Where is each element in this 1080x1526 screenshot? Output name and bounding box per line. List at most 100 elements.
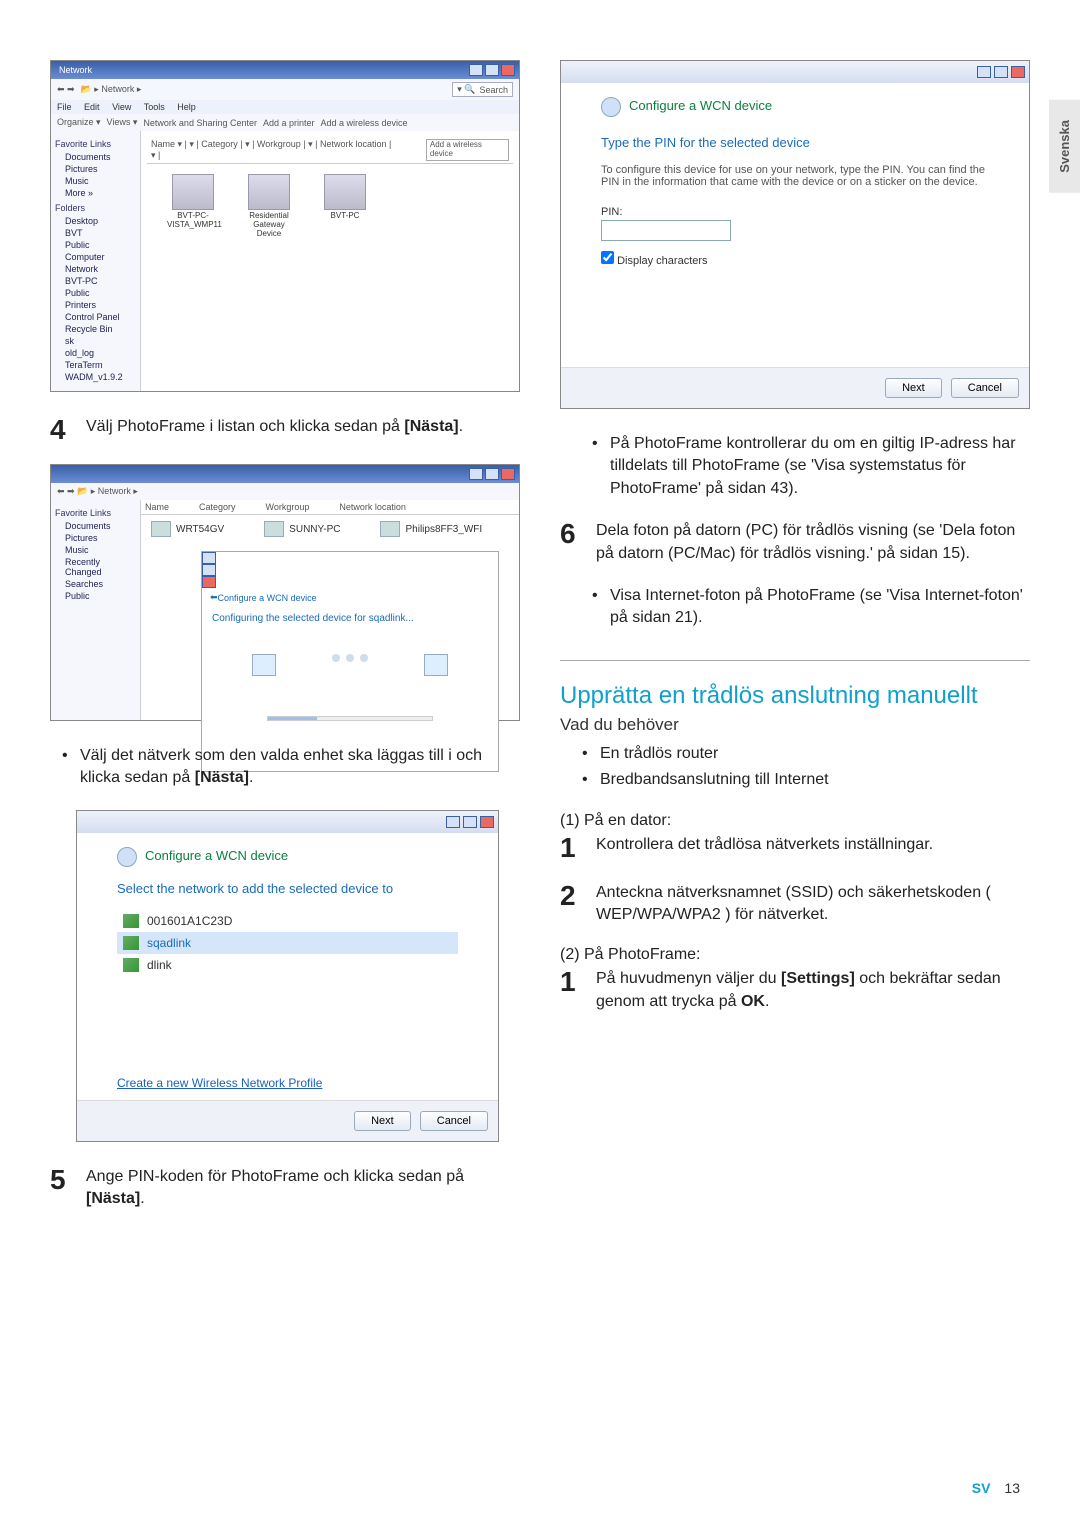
sidebar-item[interactable]: Public [55, 590, 136, 602]
sidebar-item[interactable]: Searches [55, 578, 136, 590]
sidebar-item[interactable]: Music [55, 175, 136, 187]
close-icon[interactable] [1011, 66, 1025, 78]
window-titlebar [51, 465, 519, 483]
toolbar-organize[interactable]: Organize ▾ [57, 117, 101, 128]
dialog-status: Configuring the selected device for sqad… [212, 613, 488, 624]
step-5: 5 Ange PIN-koden för PhotoFrame och klic… [50, 1166, 520, 1211]
toolbar-views[interactable]: Views ▾ [107, 117, 138, 128]
sidebar-item[interactable]: TeraTerm [55, 359, 136, 371]
sidebar-item[interactable]: BVT [55, 227, 136, 239]
network-option-selected[interactable]: sqadlink [117, 932, 458, 954]
minimize-icon[interactable] [977, 66, 991, 78]
create-profile-link[interactable]: Create a new Wireless Network Profile [117, 1076, 322, 1090]
close-icon[interactable] [202, 576, 216, 588]
back-icon[interactable] [601, 97, 621, 117]
step-number: 4 [50, 416, 70, 444]
sidebar-item[interactable]: Control Panel [55, 311, 136, 323]
checkbox-label: Display characters [617, 255, 707, 267]
sidebar-item[interactable]: WADM_v1.9.2 [55, 371, 136, 383]
need-heading: Vad du behöver [560, 715, 1030, 735]
sidebar-item[interactable]: Public [55, 239, 136, 251]
window-titlebar: Network [51, 61, 519, 79]
maximize-icon[interactable] [485, 64, 499, 76]
sidebar-item[interactable]: old_log [55, 347, 136, 359]
maximize-icon[interactable] [202, 564, 216, 576]
sidebar-item[interactable]: Pictures [55, 532, 136, 544]
need-item: Bredbandsanslutning till Internet [600, 769, 1030, 791]
network-device[interactable]: BVT-PC-VISTA_WMP11 [167, 174, 219, 238]
dialog-header: Configure a WCN device [145, 848, 288, 863]
close-icon[interactable] [501, 468, 515, 480]
wifi-icon [123, 958, 139, 972]
search-placeholder: Search [479, 85, 508, 95]
next-button[interactable]: Next [354, 1111, 411, 1131]
network-device[interactable]: WRT54GV [151, 521, 224, 537]
device-icon [324, 174, 366, 210]
sidebar-item[interactable]: Desktop [55, 215, 136, 227]
substep-2-1: 1 På huvudmenyn väljer du [Settings] och… [560, 968, 1030, 1013]
minimize-icon[interactable] [202, 552, 216, 564]
favorites-heading: Favorite Links [55, 139, 136, 149]
toolbar-add-printer[interactable]: Add a printer [263, 118, 315, 128]
back-icon[interactable] [117, 847, 137, 867]
device-icon [424, 654, 448, 676]
minimize-icon[interactable] [446, 816, 460, 828]
network-option[interactable]: dlink [117, 954, 458, 976]
minimize-icon[interactable] [469, 64, 483, 76]
dialog-type-pin: Configure a WCN device Type the PIN for … [560, 60, 1030, 409]
menu-file[interactable]: File [57, 102, 72, 112]
network-device[interactable]: Philips8FF3_WFI [380, 521, 482, 537]
maximize-icon[interactable] [463, 816, 477, 828]
sidebar-item[interactable]: Documents [55, 520, 136, 532]
screenshot-network-explorer: Network ⬅ ➡ 📂 ▸ Network ▸ ▾ 🔍 Search Fil… [50, 60, 520, 392]
menu-help[interactable]: Help [177, 102, 196, 112]
display-characters-checkbox[interactable] [601, 251, 614, 264]
sidebar-item[interactable]: BVT-PC [55, 275, 136, 287]
network-option[interactable]: 001601A1C23D [117, 910, 458, 932]
toolbar-add-wireless[interactable]: Add a wireless device [321, 118, 408, 128]
step-number: 1 [560, 834, 580, 862]
minimize-icon[interactable] [469, 468, 483, 480]
sidebar-item[interactable]: Computer [55, 251, 136, 263]
add-wireless-device-button[interactable]: Add a wireless device [426, 139, 509, 161]
sidebar-item[interactable]: Documents [55, 151, 136, 163]
maximize-icon[interactable] [994, 66, 1008, 78]
next-button[interactable]: Next [885, 378, 942, 398]
sidebar-item[interactable]: Printers [55, 299, 136, 311]
step-number: 5 [50, 1166, 70, 1211]
menu-view[interactable]: View [112, 102, 131, 112]
sidebar-item[interactable]: sk [55, 335, 136, 347]
cancel-button[interactable]: Cancel [420, 1111, 488, 1131]
network-device[interactable]: SUNNY-PC [264, 521, 340, 537]
sidebar-item[interactable]: Network [55, 263, 136, 275]
sidebar-item[interactable]: More » [55, 187, 136, 199]
wifi-icon [123, 914, 139, 928]
progress-bar [267, 716, 433, 721]
maximize-icon[interactable] [485, 468, 499, 480]
cancel-button[interactable]: Cancel [951, 378, 1019, 398]
instruction-bullet: På PhotoFrame kontrollerar du om en gilt… [610, 433, 1030, 500]
close-icon[interactable] [480, 816, 494, 828]
menu-edit[interactable]: Edit [84, 102, 100, 112]
toolbar-sharing-center[interactable]: Network and Sharing Center [143, 118, 257, 128]
search-input[interactable]: ▾ 🔍 Search [452, 82, 513, 97]
pin-input[interactable] [601, 220, 731, 241]
sidebar-item[interactable]: Recycle Bin [55, 323, 136, 335]
sidebar-item[interactable]: Pictures [55, 163, 136, 175]
substep-1-1: 1 Kontrollera det trådlösa nätverkets in… [560, 834, 1030, 862]
screenshot-configuring: ⬅ ➡ 📂 ▸ Network ▸ Favorite Links Documen… [50, 464, 520, 721]
language-side-tab: Svenska [1049, 100, 1080, 193]
folders-heading: Folders [55, 203, 136, 213]
network-device[interactable]: Residential GatewayDevice [243, 174, 295, 238]
menu-tools[interactable]: Tools [144, 102, 165, 112]
sidebar-item[interactable]: Recently Changed [55, 556, 136, 578]
dialog-title: Configure a WCN device [218, 593, 317, 603]
dialog-header: Configure a WCN device [629, 98, 772, 113]
close-icon[interactable] [501, 64, 515, 76]
sidebar-item[interactable]: Public [55, 287, 136, 299]
network-device[interactable]: BVT-PC [319, 174, 371, 238]
step-6: 6 Dela foton på datorn (PC) för trådlös … [560, 520, 1030, 565]
subsection-1-heading: (1) På en dator: [560, 812, 1030, 830]
sidebar-item[interactable]: Music [55, 544, 136, 556]
device-icon [172, 174, 214, 210]
